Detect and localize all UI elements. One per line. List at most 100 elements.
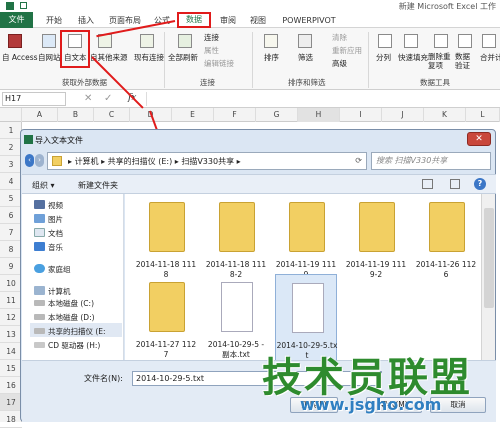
connections-button[interactable]: 连接 [204,32,219,43]
column-header[interactable]: F [214,108,256,122]
formula-input[interactable] [146,92,498,106]
tab-view[interactable]: 视图 [246,14,270,28]
row-header[interactable]: 1 [0,122,22,139]
address-bar[interactable]: ▸ 计算机 ▸ 共享的扫描仪 (E:) ▸ 扫描V330共享 ▸ ⟳ [47,152,367,170]
remove-duplicates-button[interactable]: 删除重复项 [428,52,452,70]
consolidate-button[interactable]: 合并计 [480,52,500,63]
nav-item-drive-d[interactable]: 本地磁盘 (D:) [48,312,95,323]
close-button[interactable]: ✕ [467,132,491,146]
column-header[interactable]: G [256,108,298,122]
text-file-icon [292,283,324,333]
row-header[interactable]: 10 [0,275,22,292]
column-header[interactable]: A [22,108,58,122]
file-item[interactable]: 2014-11-27 1127 [135,274,197,374]
scrollbar-thumb[interactable] [484,208,494,308]
refresh-all-button[interactable]: 全部刷新 [168,52,198,63]
column-header[interactable]: J [382,108,424,122]
row-header[interactable]: 15 [0,360,22,377]
preview-pane-icon[interactable] [450,179,460,189]
filter-button[interactable]: 筛选 [298,52,313,63]
folder-icon [52,156,62,166]
row-header[interactable]: 17 [0,394,22,411]
data-validation-button[interactable]: 数据验证 [455,52,477,70]
column-header[interactable]: H [298,108,340,122]
row-header[interactable]: 4 [0,173,22,190]
column-header[interactable]: K [424,108,466,122]
breadcrumb-item[interactable]: 计算机 [75,157,99,166]
row-header[interactable]: 13 [0,326,22,343]
from-web-button[interactable]: 自网站 [38,52,61,63]
organize-button[interactable]: 组织 ▾ [32,180,55,191]
from-text-button[interactable]: 自文本 [64,52,87,63]
column-header[interactable]: B [58,108,94,122]
forward-icon[interactable]: › [35,154,44,167]
row-header[interactable]: 12 [0,309,22,326]
view-options-icon[interactable] [422,179,433,189]
file-item[interactable]: 2014-11-19 1119-2 [345,194,407,294]
from-access-button[interactable]: 自 Access [2,52,38,63]
row-header[interactable]: 5 [0,190,22,207]
nav-item-drive-e[interactable]: 共享的扫描仪 (E: [48,326,106,337]
row-header[interactable]: 11 [0,292,22,309]
nav-item-cd-drive[interactable]: CD 驱动器 (H:) [48,340,100,351]
ribbon-data: 自 Access 自网站 自文本 自其他来源 现有连接 获取外部数据 全部刷新 … [0,28,500,90]
save-icon[interactable] [20,2,27,9]
file-item[interactable]: 2014-10-29-5 - 副本.txt [205,274,267,374]
back-icon[interactable]: ‹ [25,154,34,167]
file-item[interactable]: 2014-11-26 1126 [415,194,477,294]
column-headers: A B C D E F G H I J K L [0,108,500,122]
row-header[interactable]: 2 [0,139,22,156]
breadcrumb-item[interactable]: 扫描V330共享 [181,157,234,166]
select-all-corner[interactable] [0,108,22,122]
sort-button[interactable]: 排序 [264,52,279,63]
help-icon[interactable]: ? [474,178,486,190]
tab-powerpivot[interactable]: POWERPIVOT [278,14,340,28]
existing-connections-button[interactable]: 现有连接 [134,52,164,63]
breadcrumb-item[interactable]: 共享的扫描仪 (E:) [108,157,173,166]
edit-links-button[interactable]: 编辑链接 [204,58,234,69]
row-header[interactable]: 3 [0,156,22,173]
tab-insert[interactable]: 插入 [74,14,98,28]
nav-item-music[interactable]: 音乐 [48,242,63,253]
ribbon-separator [252,32,253,88]
tab-file[interactable]: 文件 [0,12,33,28]
row-header[interactable]: 7 [0,224,22,241]
row-header[interactable]: 9 [0,258,22,275]
nav-item-pictures[interactable]: 图片 [48,214,63,225]
nav-item-documents[interactable]: 文档 [48,228,63,239]
advanced-button[interactable]: 高级 [332,58,347,69]
properties-button[interactable]: 属性 [204,45,219,56]
nav-item-computer[interactable]: 计算机 [48,286,71,297]
enter-icon[interactable]: ✓ [104,93,112,104]
column-header[interactable]: L [466,108,500,122]
nav-item-videos[interactable]: 视频 [48,200,63,211]
clear-button[interactable]: 清除 [332,32,347,43]
reapply-button[interactable]: 重新应用 [332,45,362,56]
column-header[interactable]: C [94,108,130,122]
tab-review[interactable]: 审阅 [216,14,240,28]
tab-home[interactable]: 开始 [42,14,66,28]
tab-page-layout[interactable]: 页面布局 [106,14,144,28]
drive-icon [34,314,45,320]
nav-item-homegroup[interactable]: 家庭组 [48,264,71,275]
row-header[interactable]: 16 [0,377,22,394]
row-header[interactable]: 6 [0,207,22,224]
tab-data[interactable]: 数据 [177,12,211,28]
web-icon [42,34,56,48]
column-header[interactable]: E [172,108,214,122]
filename-label: 文件名(N): [84,374,123,383]
nav-item-drive-c[interactable]: 本地磁盘 (C:) [48,298,94,309]
row-header[interactable]: 14 [0,343,22,360]
new-folder-button[interactable]: 新建文件夹 [78,180,118,191]
column-header[interactable]: I [340,108,382,122]
row-header[interactable]: 18 [0,411,22,428]
text-to-columns-button[interactable]: 分列 [376,52,391,63]
search-input[interactable]: 搜索 扫描V330共享 [371,152,491,170]
cancel-icon[interactable]: ✕ [84,93,92,104]
name-box[interactable]: H17 [2,92,66,106]
row-header[interactable]: 8 [0,241,22,258]
refresh-icon [178,34,192,48]
vertical-scrollbar[interactable] [481,194,495,360]
refresh-icon[interactable]: ⟳ [355,156,362,165]
flash-fill-button[interactable]: 快速填充 [398,52,428,63]
